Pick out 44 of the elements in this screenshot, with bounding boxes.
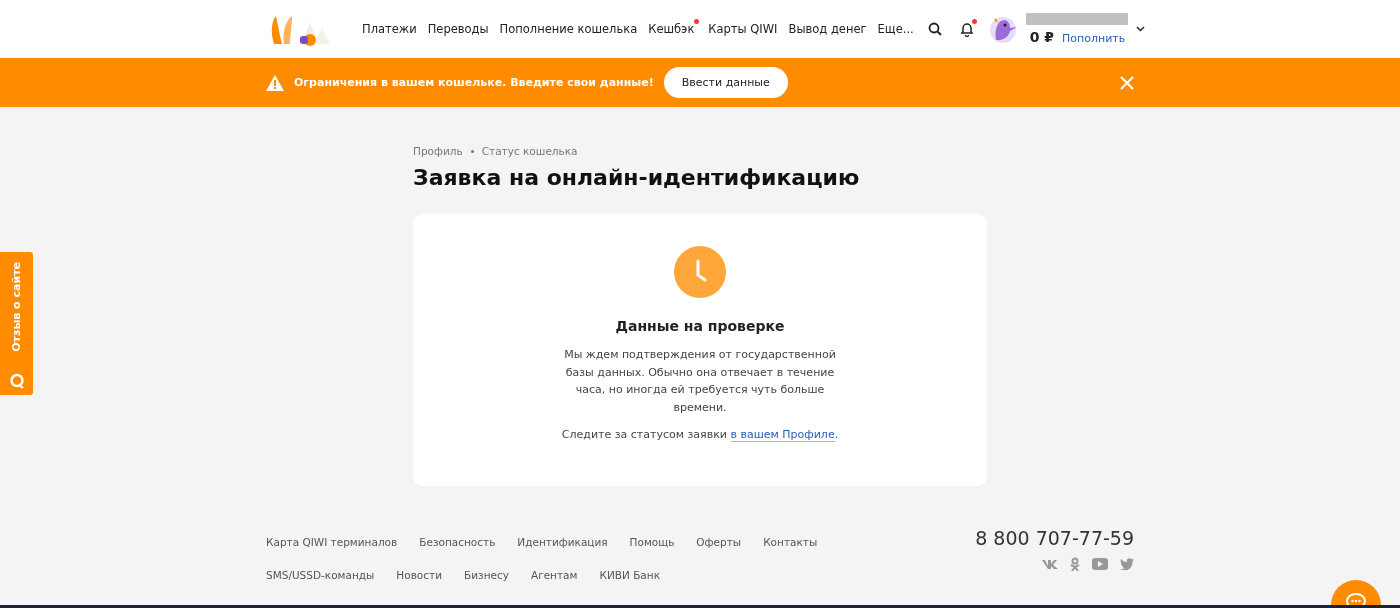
nav-link[interactable]: Пополнение кошелька <box>499 22 638 36</box>
footer-link[interactable]: Идентификация <box>517 536 608 548</box>
twitter-icon[interactable] <box>1120 558 1134 570</box>
footer-link[interactable]: Оферты <box>696 536 742 548</box>
footer-link[interactable]: Новости <box>396 569 442 581</box>
nav-link[interactable]: Вывод денег <box>788 22 867 36</box>
search-icon[interactable] <box>927 22 942 36</box>
page-title: Заявка на онлайн-идентификацию <box>413 165 861 190</box>
youtube-icon[interactable] <box>1092 558 1108 570</box>
follow-text: Следите за статусом заявки в вашем Профиле. <box>561 427 839 444</box>
phone-number: 8 800 707-77-59 <box>975 527 1134 549</box>
profile-link[interactable]: в вашем Профиле <box>730 428 835 442</box>
footer-link[interactable]: SMS/USSD-команды <box>266 569 375 581</box>
breadcrumb-link[interactable]: Профиль <box>413 145 463 157</box>
topup-link[interactable]: Пополнить <box>1062 32 1126 45</box>
footer-link[interactable]: Агентам <box>530 569 578 581</box>
clock-icon <box>674 246 726 298</box>
footer-link[interactable]: Бизнесу <box>464 569 509 581</box>
balance: 0 ₽ <box>1029 29 1055 45</box>
breadcrumb-link[interactable]: Статус кошелька <box>481 145 578 157</box>
nav-link[interactable]: Кешбэк <box>648 22 695 36</box>
footer-link[interactable]: КИВИ Банк <box>599 569 660 581</box>
nav-link[interactable]: Еще... <box>877 22 914 36</box>
card-heading: Данные на проверке <box>615 318 785 334</box>
banner-message: Ограничения в вашем кошельке. Введите свои данные! <box>294 76 654 89</box>
footer-link[interactable]: Помощь <box>629 536 675 548</box>
nav-link[interactable]: Переводы <box>427 22 489 36</box>
footer-link[interactable]: Карта QIWI терминалов <box>266 536 398 548</box>
breadcrumb-separator <box>470 149 474 153</box>
bird-avatar-icon[interactable] <box>987 14 1018 44</box>
bell-icon[interactable] <box>959 21 974 37</box>
enter-data-button[interactable]: Ввести данные <box>663 67 788 98</box>
footer-link[interactable]: Контакты <box>763 536 818 548</box>
card-text: Мы ждем подтверждения от государственной базы данных. Обычно она отвечает в течение часа, но иногда ей требуется чуть больше времени. <box>563 347 837 416</box>
close-icon[interactable] <box>1120 75 1134 90</box>
feedback-label: Отзыв о сайте <box>10 262 23 352</box>
vk-icon[interactable] <box>1042 559 1058 569</box>
nav-link[interactable]: Платежи <box>362 22 417 36</box>
qiwi-logo-icon <box>8 373 25 389</box>
footer-link[interactable]: Безопасность <box>419 536 496 548</box>
warning-icon <box>266 74 284 91</box>
chevron-down-icon[interactable] <box>1135 26 1145 32</box>
nav-link[interactable]: Карты QIWI <box>708 22 778 36</box>
ok-icon[interactable] <box>1070 557 1080 571</box>
